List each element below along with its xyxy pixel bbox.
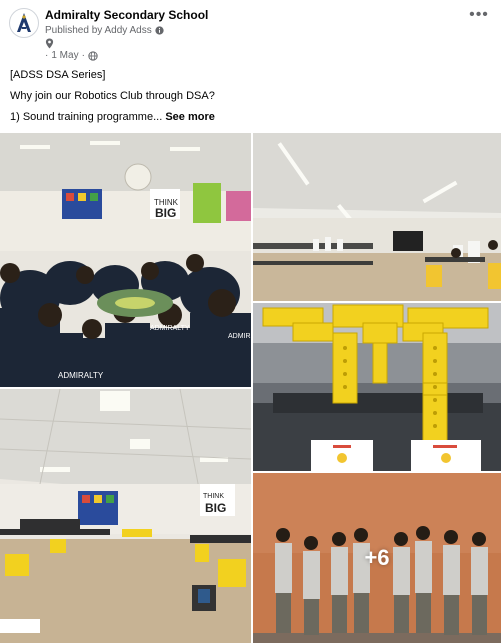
see-more-link[interactable]: See more <box>165 111 215 123</box>
published-by-text: Published by Addy Adss <box>45 25 152 36</box>
post-text-line-2: Why join our Robotics Club through DSA? <box>10 90 215 102</box>
photo-robotics-club-group[interactable]: THINK BIG ADMIRALTY ADMIRALTY ADMIR <box>0 133 251 387</box>
svg-text:ADMIRALTY: ADMIRALTY <box>58 371 104 380</box>
info-icon[interactable] <box>155 26 164 35</box>
photo-robot-model[interactable] <box>253 303 501 471</box>
more-photos-count[interactable]: +6 <box>253 473 501 643</box>
page-avatar[interactable] <box>9 8 39 38</box>
post-date-link[interactable]: 1 May <box>51 50 78 61</box>
photo-team-group[interactable]: +6 <box>253 473 501 643</box>
photo-classroom[interactable]: THINK BIG <box>0 389 251 643</box>
photo-robotics-lab[interactable] <box>253 133 501 301</box>
svg-text:ADMIR: ADMIR <box>228 333 251 340</box>
separator: · <box>81 50 85 61</box>
three-dots-icon[interactable]: ••• <box>469 7 489 26</box>
published-by: Published by Addy Adss <box>45 25 164 36</box>
svg-text:BIG: BIG <box>205 501 226 515</box>
post-text-line-1: [ADSS DSA Series] <box>10 69 106 81</box>
svg-text:ADMIRALTY: ADMIRALTY <box>150 325 190 332</box>
post-text-line-3: 1) Sound training programme... See more <box>10 110 215 124</box>
post-text-line-3-body: 1) Sound training programme... <box>10 111 163 123</box>
post-header: Admiralty Secondary School Published by … <box>0 0 501 64</box>
dot-separator: · <box>45 50 49 61</box>
svg-text:BIG: BIG <box>155 206 176 220</box>
page-name-link[interactable]: Admiralty Secondary School <box>45 8 208 22</box>
svg-text:THINK: THINK <box>203 493 224 500</box>
globe-icon[interactable] <box>88 50 98 61</box>
school-crest-icon <box>17 13 31 32</box>
